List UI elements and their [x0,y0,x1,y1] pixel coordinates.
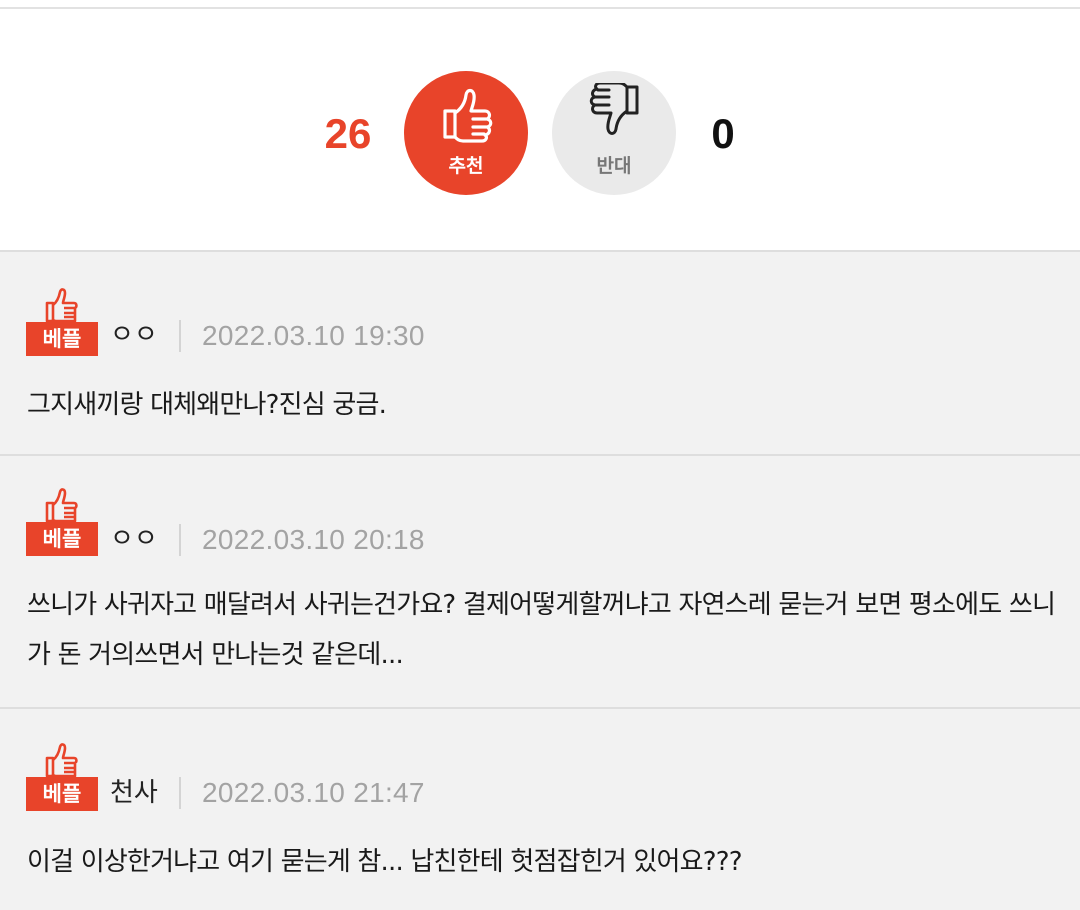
best-badge-label: 베플 [26,777,98,811]
comment-author: ㅇㅇ [110,320,158,350]
meta-separator [179,524,181,556]
comment-text: 쓰니가 사귀자고 매달려서 사귀는건가요? 결제어떻게할꺼냐고 자연스레 묻는거… [27,590,1056,670]
comment-author: 천사 [110,778,158,808]
upvote-button[interactable]: 추천 [404,71,528,195]
meta-separator [179,320,181,352]
comment-date: 2022.03.10 20:18 [202,524,425,555]
comment-date: 2022.03.10 21:47 [202,777,425,808]
comment-author: ㅇㅇ [110,524,158,554]
best-comment-thumb-icon [45,488,78,522]
downvote-count: 0 [711,110,735,157]
best-badge-label: 베플 [26,522,98,556]
best-badge-label: 베플 [26,322,98,356]
downvote-button[interactable]: 반대 [552,71,676,195]
upvote-label: 추천 [448,155,484,177]
vote-section: 26 추천 반대 0 [0,9,1080,250]
thumbs-up-icon [443,88,493,143]
comment-text: 그지새끼랑 대체왜만나?진심 궁금. [27,390,387,420]
upvote-count: 26 [324,110,372,157]
thumbs-down-icon [589,83,639,135]
comment-item: 베플 천사 2022.03.10 21:47 이걸 이상한거냐고 여기 묻는게 … [0,709,1080,910]
comment-text: 이걸 이상한거냐고 여기 묻는게 참... 납친한테 헛점잡힌거 있어요??? [27,847,743,877]
downvote-label: 반대 [596,155,632,177]
comment-item: 베플 ㅇㅇ 2022.03.10 19:30 그지새끼랑 대체왜만나?진심 궁금… [0,252,1080,454]
comment-date: 2022.03.10 19:30 [202,320,425,351]
meta-separator [179,777,181,809]
best-comment-thumb-icon [45,288,78,322]
comment-item: 베플 ㅇㅇ 2022.03.10 20:18 쓰니가 사귀자고 매달려서 사귀는… [0,456,1080,707]
best-comment-thumb-icon [45,743,78,777]
